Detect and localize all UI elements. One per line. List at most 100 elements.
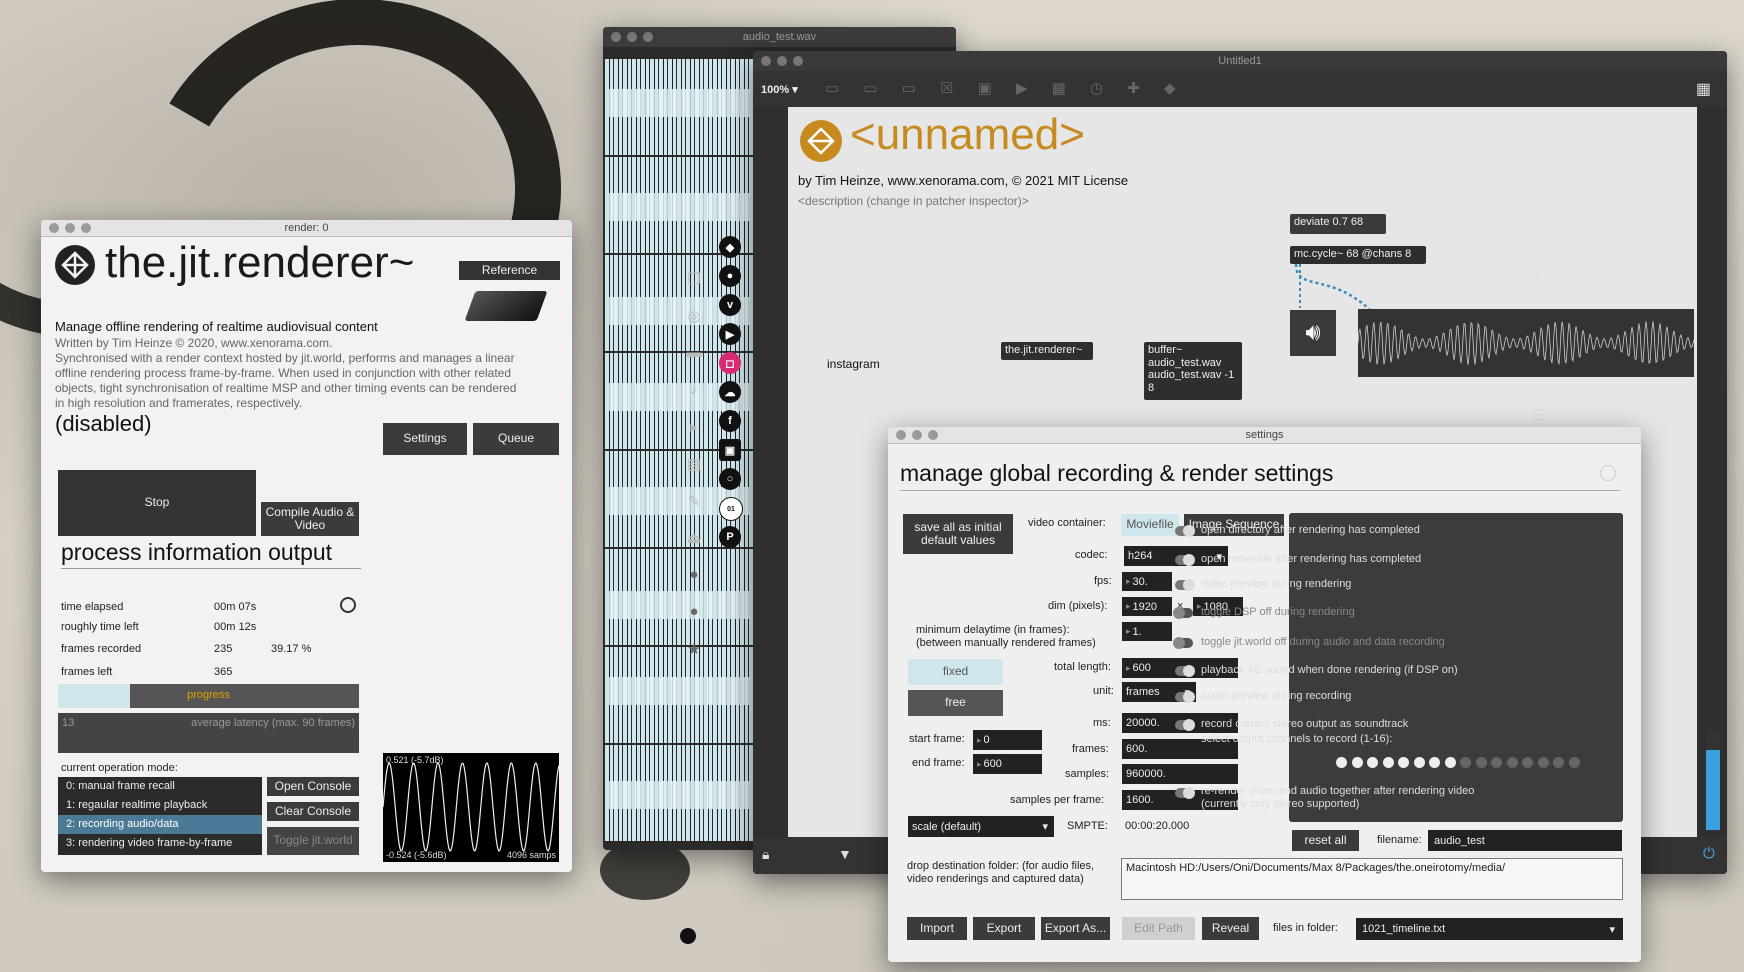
- channel-dot[interactable]: [1491, 757, 1502, 768]
- v-icon[interactable]: ●: [680, 566, 708, 583]
- channel-dot[interactable]: [1506, 757, 1518, 768]
- target-icon[interactable]: ◎: [680, 307, 708, 325]
- channel-dot[interactable]: [1382, 757, 1394, 768]
- queue-button[interactable]: Queue: [473, 423, 559, 455]
- channel-dot[interactable]: [1367, 757, 1378, 768]
- option-toggle[interactable]: [1173, 637, 1193, 649]
- scale-select[interactable]: scale (default) ▾: [908, 816, 1054, 837]
- minimize-button[interactable]: [777, 56, 787, 66]
- grid-icon[interactable]: ▦: [1696, 79, 1711, 99]
- open-console-button[interactable]: Open Console: [267, 777, 359, 796]
- fps-field[interactable]: 30.: [1122, 572, 1172, 591]
- channel-dot[interactable]: [1460, 757, 1471, 768]
- channel-dot[interactable]: [1413, 757, 1425, 768]
- channel-dot[interactable]: [1475, 757, 1487, 768]
- channel-dot[interactable]: [1398, 757, 1409, 768]
- end-field[interactable]: 600: [973, 754, 1042, 774]
- dim-width-field[interactable]: 1920: [1122, 597, 1172, 616]
- option-toggle[interactable]: [1173, 607, 1193, 619]
- patcher-titlebar[interactable]: Untitled1: [753, 51, 1727, 71]
- zoom-button[interactable]: [928, 430, 938, 440]
- path-field[interactable]: Macintosh HD:/Users/Oni/Documents/Max 8/…: [1121, 858, 1623, 900]
- patreon-icon[interactable]: P: [719, 526, 741, 548]
- filename-field[interactable]: audio_test: [1428, 830, 1622, 851]
- zoom-button[interactable]: [643, 32, 653, 42]
- presentation-icon[interactable]: ▼: [838, 846, 852, 862]
- renderer-object[interactable]: the.jit.renderer~: [1001, 342, 1093, 360]
- close-button[interactable]: [761, 56, 771, 66]
- delay-field[interactable]: 1.: [1122, 622, 1172, 641]
- power-icon[interactable]: ⏻: [1703, 845, 1715, 862]
- facebook-icon[interactable]: f: [719, 410, 741, 432]
- card-icon[interactable]: ▬: [680, 344, 708, 361]
- search-icon[interactable]: ⌕: [1528, 268, 1550, 285]
- speaker-button[interactable]: 🔊︎: [1290, 310, 1336, 356]
- max-icon[interactable]: ▣: [719, 439, 741, 461]
- edit-path-button[interactable]: Edit Path: [1122, 917, 1195, 940]
- star-icon[interactable]: ★: [680, 640, 708, 658]
- zoom-button[interactable]: [81, 223, 91, 233]
- mode-item-selected[interactable]: 2: recording audio/data: [58, 815, 262, 834]
- b-icon[interactable]: ●: [680, 603, 708, 620]
- channel-dot[interactable]: [1444, 757, 1456, 768]
- samples-field[interactable]: 960000.: [1122, 764, 1238, 784]
- lock-icon[interactable]: 🔒︎: [762, 846, 769, 863]
- media-icon[interactable]: ▸: [680, 418, 708, 436]
- clip-icon[interactable]: ✎: [680, 492, 708, 510]
- container-moviefile[interactable]: Moviefile: [1121, 514, 1179, 536]
- stop-button[interactable]: Stop: [58, 470, 256, 536]
- channel-dot[interactable]: [1537, 757, 1549, 768]
- zoom-button[interactable]: [793, 56, 803, 66]
- close-button[interactable]: [49, 223, 59, 233]
- compile-button[interactable]: Compile Audio & Video: [261, 502, 359, 536]
- soundcloud-icon[interactable]: ☁: [719, 381, 741, 403]
- close-button[interactable]: [611, 32, 621, 42]
- option-toggle[interactable]: [1175, 691, 1195, 703]
- ring-icon[interactable]: ○: [719, 468, 741, 490]
- option-toggle[interactable]: [1175, 665, 1195, 677]
- music-icon[interactable]: ♪: [680, 381, 708, 398]
- mode-item[interactable]: 0: manual frame recall: [58, 777, 262, 796]
- save-defaults-button[interactable]: save all as initial default values: [903, 514, 1013, 554]
- free-button[interactable]: free: [908, 690, 1003, 716]
- reset-all-button[interactable]: reset all: [1292, 830, 1359, 851]
- render-titlebar[interactable]: render: 0: [41, 220, 572, 237]
- channel-dot[interactable]: [1522, 757, 1533, 768]
- fixed-button[interactable]: fixed: [908, 659, 1003, 685]
- xenorama-icon[interactable]: ◆: [719, 236, 741, 258]
- plug-icon[interactable]: ⏏: [680, 529, 708, 547]
- reference-button[interactable]: Reference: [459, 261, 560, 280]
- mode-item[interactable]: 1: regaular realtime playback: [58, 796, 262, 815]
- package-icon[interactable]: ❒: [680, 270, 708, 288]
- reveal-button[interactable]: Reveal: [1202, 917, 1259, 940]
- deviate-message[interactable]: deviate 0.7 68: [1290, 214, 1386, 234]
- youtube-icon[interactable]: ▶: [719, 323, 741, 345]
- minimize-button[interactable]: [627, 32, 637, 42]
- zoom-select[interactable]: 100% ▾: [761, 83, 798, 96]
- channel-dot[interactable]: [1429, 757, 1440, 768]
- start-field[interactable]: 0: [973, 730, 1042, 750]
- import-button[interactable]: Import: [907, 917, 967, 940]
- buffer-object[interactable]: buffer~ audio_test.wav audio_test.wav -1…: [1144, 342, 1242, 400]
- option-toggle[interactable]: [1175, 554, 1195, 566]
- github-icon[interactable]: ●: [719, 265, 741, 287]
- channel-dot[interactable]: [1553, 757, 1564, 768]
- clear-console-button[interactable]: Clear Console: [267, 802, 359, 821]
- minimize-button[interactable]: [65, 223, 75, 233]
- option-toggle[interactable]: [1175, 525, 1195, 537]
- audio-titlebar[interactable]: audio_test.wav: [603, 27, 956, 47]
- mode-item[interactable]: 3: rendering video frame-by-frame: [58, 834, 262, 853]
- channel-dot[interactable]: [1336, 757, 1347, 768]
- list-icon[interactable]: ☰: [1528, 406, 1550, 424]
- toggle-world-button[interactable]: Toggle jit.world: [267, 827, 359, 855]
- mode-list[interactable]: 0: manual frame recall 1: regaular realt…: [58, 777, 262, 855]
- files-select[interactable]: 1021_timeline.txt ▾: [1356, 918, 1623, 940]
- settings-titlebar[interactable]: settings: [888, 427, 1641, 444]
- minimize-button[interactable]: [912, 430, 922, 440]
- channel-dot[interactable]: [1568, 757, 1580, 768]
- export-as-button[interactable]: Export As...: [1041, 917, 1110, 940]
- vimeo-icon[interactable]: v: [719, 294, 741, 316]
- toolbar-icons[interactable]: ▭ ▭ ▭ ☒ ▣ ▶ ▦ ◷ ✚ ◆: [825, 79, 1186, 97]
- instagram-icon[interactable]: ◻: [719, 352, 741, 374]
- export-button[interactable]: Export: [973, 917, 1035, 940]
